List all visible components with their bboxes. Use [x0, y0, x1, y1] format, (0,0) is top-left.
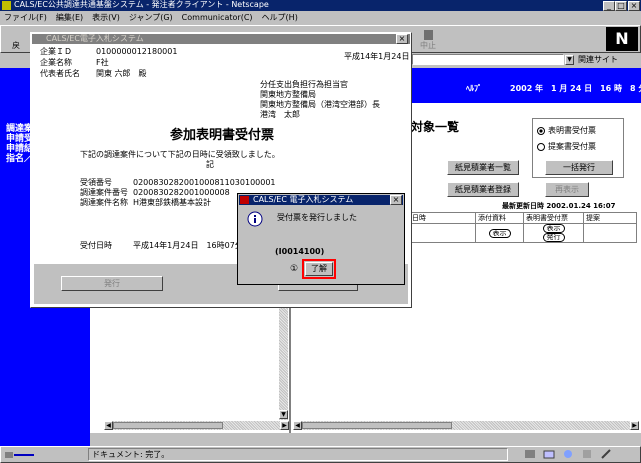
browser-title-bar: CALS/EC公共調達共通基盤システム - 発注者クライアント - Netsca… [0, 0, 641, 11]
cell-receipt: 表示 発行 [523, 223, 584, 243]
section-title: 対象一覧 [411, 120, 460, 134]
menu-view[interactable]: 表示(V) [92, 13, 120, 23]
radio-proposal-receipt[interactable]: 提案書受付票 [537, 142, 596, 152]
col-header-attachments: 添付資料 [475, 212, 524, 224]
cases-table: 付票発行日時 添付資料 表明書受付票 提案 16:07 表示 表示 発行 [381, 212, 637, 243]
radio-declaration-receipt[interactable]: 表明書受付票 [537, 126, 596, 136]
radio-label: 表明書受付票 [548, 126, 596, 135]
menu-file[interactable]: ファイル(F) [4, 13, 47, 23]
receipt-number-label: 受領番号 [80, 178, 112, 187]
issue-receipt-button[interactable]: 発行 [542, 233, 565, 242]
menu-communicator[interactable]: Communicator(C) [182, 13, 253, 23]
composer-icon[interactable] [600, 449, 612, 459]
representative-label: 代表者氏名 [40, 69, 80, 78]
recipient-line: 港湾 太郎 [260, 110, 300, 119]
receipt-number: 0200830282001000811030100001 [133, 178, 276, 187]
stop-icon[interactable] [418, 28, 440, 42]
scroll-right-icon[interactable]: ▶ [280, 421, 289, 430]
location-input[interactable] [412, 54, 564, 65]
ok-button[interactable]: 了解 [305, 262, 333, 276]
paper-vendor-register-button[interactable]: 紙見積業者登録 [447, 182, 519, 197]
scroll-left-icon[interactable]: ◀ [293, 421, 302, 430]
location-dropdown-icon[interactable]: ▼ [565, 55, 574, 65]
related-sites-link[interactable]: 関連サイト [578, 55, 618, 65]
company-name: F社 [96, 58, 109, 67]
case-name: H港東部鉄橋基本設計 [133, 198, 212, 207]
scroll-right-icon[interactable]: ▶ [630, 421, 639, 430]
netscape-app-icon [2, 1, 11, 10]
related-sites-label: 関連サイト [578, 55, 618, 64]
dialog-title: CALS/EC 電子入札システム [253, 195, 354, 204]
dialog-message: 受付票を発行しました [277, 213, 357, 222]
navigator-icon[interactable] [524, 449, 536, 459]
receipt-window-close-button[interactable]: × [396, 34, 408, 44]
paper-vendor-list-button[interactable]: 紙見積業者一覧 [447, 160, 519, 175]
dialog-code: (I0014100) [275, 247, 325, 256]
component-bar [524, 449, 636, 459]
document-body-text: 下記の調達案件について下記の日時に受領致しました。 [80, 150, 280, 159]
received-datetime-label: 受付日時 [80, 241, 112, 250]
col-header-receipt: 表明書受付票 [523, 212, 584, 224]
recipient-line: 分任支出負担行為担当官 [260, 80, 348, 89]
company-id: 0100000012180001 [96, 47, 178, 56]
netscape-logo-icon: N [606, 27, 638, 51]
menu-help[interactable]: ヘルプ(H) [262, 13, 298, 23]
received-datetime: 平成14年1月24日 16時07分 [133, 241, 243, 250]
close-button[interactable]: × [628, 1, 640, 11]
scroll-down-icon[interactable]: ▼ [279, 410, 288, 419]
radio-label: 提案書受付票 [548, 142, 596, 151]
receipt-window-title: CALS/EC電子入札システム [46, 34, 144, 43]
recipient-line: 関東地方整備局（港湾空港部）長 [260, 100, 380, 109]
help-link[interactable]: ﾍﾙﾌﾟ [466, 84, 482, 94]
batch-issue-button[interactable]: 一括発行 [545, 160, 613, 175]
java-app-icon [240, 196, 249, 204]
last-updated: 最新更新日時 2002.01.24 16:07 [502, 202, 616, 210]
scroll-left-icon[interactable]: ◀ [104, 421, 113, 430]
case-number: 0200830282001000008 [133, 188, 230, 197]
recipient-line: 関東地方整備局 [260, 90, 316, 99]
case-number-label: 調達案件番号 [80, 188, 128, 197]
dialog-close-button[interactable]: × [390, 195, 402, 205]
receipt-window-title-bar: CALS/EC電子入札システム [32, 34, 410, 44]
menu-go[interactable]: ジャンプ(G) [129, 13, 173, 23]
document-date: 平成14年1月24日 [344, 52, 410, 61]
back-button-label[interactable]: 戻 [12, 41, 20, 51]
document-title: 参加表明書受付票 [170, 128, 275, 143]
address-book-icon[interactable] [581, 449, 593, 459]
news-icon[interactable] [562, 449, 574, 459]
case-name-label: 調達案件名称 [80, 198, 128, 207]
document-ki: 記 [206, 160, 214, 169]
cell-attachments: 表示 [475, 223, 524, 243]
recipient-block: 分任支出負担行為担当官 関東地方整備局 関東地方整備局（港湾空港部）長 港湾 太… [260, 80, 380, 120]
issue-button[interactable]: 発行 [61, 276, 163, 291]
status-message: ドキュメント: 完了。 [92, 450, 170, 459]
step-marker: ① [290, 264, 299, 274]
left-frame-hscroll-thumb[interactable] [113, 422, 223, 429]
header-datetime: 2002 年 1 月 24 日 16 時 8 分 [510, 84, 641, 93]
refresh-button[interactable]: 再表示 [545, 182, 589, 197]
security-lock-icon[interactable] [4, 449, 36, 459]
company-id-label: 企業ＩＤ [40, 47, 72, 56]
col-header-proposal: 提案 [583, 212, 637, 224]
menu-edit[interactable]: 編集(E) [56, 13, 83, 23]
browser-menu-bar: ファイル(F) 編集(E) 表示(V) ジャンプ(G) Communicator… [0, 11, 641, 24]
table-row: 16:07 表示 表示 発行 [381, 223, 637, 243]
radio-selected-icon [537, 127, 545, 135]
minimize-button[interactable]: _ [603, 1, 615, 11]
table-header-row: 付票発行日時 添付資料 表明書受付票 提案 [381, 212, 637, 224]
company-name-label: 企業名称 [40, 58, 72, 67]
info-icon [247, 211, 263, 227]
browser-title: CALS/EC公共調達共通基盤システム - 発注者クライアント - Netsca… [14, 0, 269, 9]
dialog-title-bar: CALS/EC 電子入札システム [239, 195, 403, 205]
maximize-button[interactable]: □ [615, 1, 627, 11]
representative-name: 関東 六郎 殿 [96, 69, 147, 78]
right-frame-hscroll-thumb[interactable] [302, 422, 452, 429]
mail-icon[interactable] [543, 449, 555, 459]
show-receipt-button[interactable]: 表示 [542, 224, 565, 233]
stop-button-label[interactable]: 中止 [420, 41, 436, 51]
cell-proposal [583, 223, 637, 243]
radio-unselected-icon [537, 143, 545, 151]
show-attachments-button[interactable]: 表示 [488, 228, 511, 238]
